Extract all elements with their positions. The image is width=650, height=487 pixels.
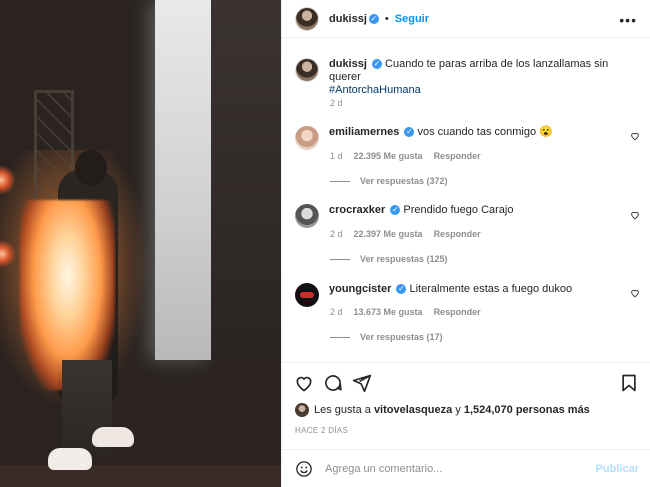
comment-item: crocraxker ✓ Prendido fuego Carajo [295,204,635,228]
avatar[interactable] [295,403,309,417]
likes-summary: Les gusta a vitovelasqueza y 1,524,070 p… [295,403,590,417]
caption-username[interactable]: dukissj [329,58,367,70]
comment-username[interactable]: crocraxker [329,204,385,216]
comment-item: youngcister ✓ Literalmente estas a fuego… [295,283,635,307]
likes-count[interactable]: 1,524,070 personas más [464,404,590,416]
comment-meta: 1 d 22.395 Me gusta Responder [330,151,481,161]
photo-shoe [48,448,92,470]
likes-prefix: Les gusta a [314,404,371,416]
comment-body: vos cuando tas conmigo 😮 [417,126,553,138]
comment-body: Literalmente estas a fuego dukoo [409,283,573,295]
likes-user[interactable]: vitovelasqueza [374,404,452,416]
view-replies[interactable]: Ver respuestas (125) [330,254,448,264]
avatar[interactable] [295,126,319,150]
verified-badge-icon: ✓ [396,284,407,295]
post-view: dukissj ✓ • Seguir ••• dukissj ✓ Cuando … [0,0,650,487]
view-replies-label[interactable]: Ver respuestas (125) [360,254,448,264]
comment-time: 2 d [330,229,343,239]
avatar[interactable] [295,6,319,31]
post-header: dukissj ✓ • Seguir ••• [282,0,650,38]
caption-body: Cuando te paras arriba de los lanzallama… [329,58,609,83]
comment-input[interactable]: Agrega un comentario... [325,463,442,475]
reply-button[interactable]: Responder [434,151,481,161]
caption-time: 2 d [330,98,343,108]
view-replies[interactable]: Ver respuestas (17) [330,332,443,342]
post-time-ago: HACE 2 DÍAS [295,426,349,435]
comment-text: crocraxker ✓ Prendido fuego Carajo [329,204,513,228]
follow-button[interactable]: Seguir [395,13,429,25]
comment-likes[interactable]: 22.395 Me gusta [354,151,423,161]
comment-icon[interactable] [323,373,343,393]
photo-performer-head [75,150,107,186]
comment-likes[interactable]: 22.397 Me gusta [354,229,423,239]
verified-badge-icon: ✓ [390,205,401,216]
share-icon[interactable] [352,373,372,393]
add-comment-bar: Agrega un comentario... Publicar [282,449,650,487]
avatar[interactable] [295,58,319,82]
comment-meta: 2 d 13.673 Me gusta Responder [330,307,481,317]
view-replies[interactable]: Ver respuestas (372) [330,176,448,186]
comment-username[interactable]: youngcister [329,283,391,295]
view-replies-label[interactable]: Ver respuestas (372) [360,176,448,186]
post-photo[interactable] [0,0,281,487]
photo-screen [155,0,211,360]
like-heart-icon[interactable] [294,373,314,393]
heart-icon[interactable] [630,210,640,220]
caption: dukissj ✓ Cuando te paras arriba de los … [295,58,635,97]
comment-likes[interactable]: 13.673 Me gusta [354,307,423,317]
bookmark-icon[interactable] [619,373,639,393]
comment-text: emiliamernes ✓ vos cuando tas conmigo 😮 [329,126,553,150]
replies-line [330,180,350,182]
comment-item: emiliamernes ✓ vos cuando tas conmigo 😮 [295,126,635,150]
header-username[interactable]: dukissj [329,13,367,25]
more-horizontal-icon[interactable]: ••• [619,12,637,28]
heart-icon[interactable] [630,131,640,141]
verified-badge-icon: ✓ [371,59,382,70]
verified-badge-icon: ✓ [404,127,415,138]
heart-icon[interactable] [630,288,640,298]
replies-line [330,258,350,260]
caption-hashtag[interactable]: #AntorchaHumana [329,84,421,96]
comment-meta: 2 d 22.397 Me gusta Responder [330,229,481,239]
view-replies-label[interactable]: Ver respuestas (17) [360,332,443,342]
reply-button[interactable]: Responder [434,229,481,239]
photo-shoe [92,427,134,447]
verified-badge-icon: ✓ [368,13,379,24]
separator-dot: • [384,12,389,25]
photo-stage [0,465,281,487]
avatar[interactable] [295,283,319,307]
comment-username[interactable]: emiliamernes [329,126,399,138]
avatar[interactable] [295,204,319,228]
reply-button[interactable]: Responder [434,307,481,317]
replies-line [330,336,350,338]
comment-text: youngcister ✓ Literalmente estas a fuego… [329,283,572,307]
comment-body: Prendido fuego Carajo [403,204,514,216]
comment-time: 1 d [330,151,343,161]
comment-time: 2 d [330,307,343,317]
post-panel: dukissj ✓ • Seguir ••• dukissj ✓ Cuando … [281,0,650,487]
caption-text: dukissj ✓ Cuando te paras arriba de los … [329,58,629,97]
publish-button[interactable]: Publicar [596,463,639,475]
action-bar [282,362,650,402]
photo-screen-dark [211,0,281,360]
emoji-icon[interactable] [295,460,313,478]
likes-middle: y [455,404,461,416]
